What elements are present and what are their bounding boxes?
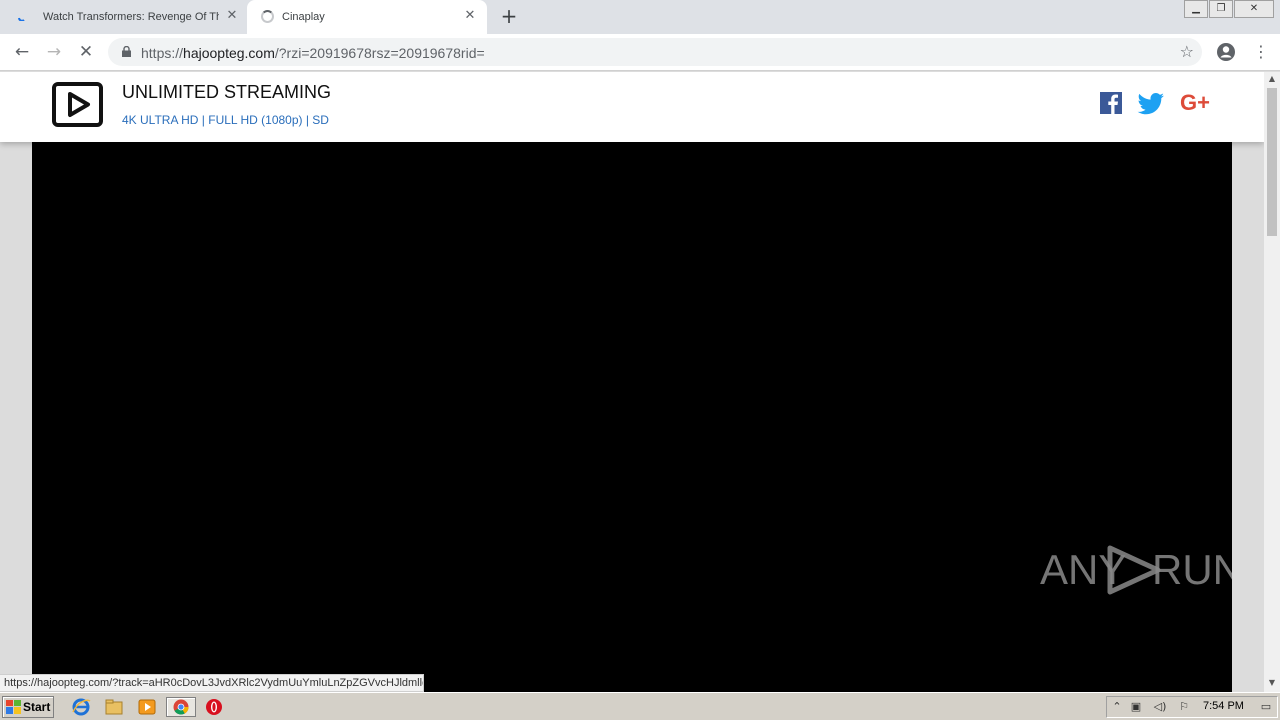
url-text[interactable]: https://hajoopteg.com/?rzi=20919678rsz=2… xyxy=(141,45,485,61)
facebook-icon[interactable] xyxy=(1099,90,1123,116)
minimize-button[interactable]: ▁ xyxy=(1184,0,1208,18)
site-title: UNLIMITED STREAMING xyxy=(122,82,332,102)
close-icon[interactable]: ✕ xyxy=(225,9,239,23)
clock[interactable]: 7:54 PM xyxy=(1203,700,1244,712)
network-icon[interactable]: ▣ xyxy=(1129,700,1143,714)
restore-button[interactable]: ❐ xyxy=(1209,0,1233,18)
lock-icon xyxy=(122,46,131,57)
site-header: UNLIMITED STREAMING 4K ULTRA HD | FULL H… xyxy=(0,72,1264,142)
windows-taskbar: Start ⌃ ▣ ◁) ⚐ 7:54 PM ▭ xyxy=(0,692,1280,720)
window-close-button[interactable]: ✕ xyxy=(1234,0,1274,18)
file-explorer-icon[interactable] xyxy=(103,697,125,717)
tab-watch-transformers[interactable]: Watch Transformers: Revenge Of Th ✕ xyxy=(0,0,247,34)
forward-button[interactable]: → xyxy=(44,42,64,62)
quality-options: 4K ULTRA HD | FULL HD (1080p) | SD xyxy=(122,113,329,127)
tab-title: Cinaplay xyxy=(282,11,325,23)
start-label: Start xyxy=(23,700,51,714)
vertical-scrollbar[interactable]: ▲ ▼ xyxy=(1264,72,1280,692)
tab-cinaplay[interactable]: Cinaplay ✕ xyxy=(247,0,487,34)
menu-kebab-icon[interactable]: ⋮ xyxy=(1253,42,1269,62)
scroll-up-arrow-icon[interactable]: ▲ xyxy=(1264,72,1280,86)
watermark-text-right: RUN xyxy=(1152,546,1232,593)
link-status-bubble: https://hajoopteg.com/?track=aHR0cDovL3J… xyxy=(0,674,424,692)
action-center-flag-icon[interactable]: ⚐ xyxy=(1177,700,1191,714)
close-icon[interactable]: ✕ xyxy=(463,9,477,23)
url-scheme: https:// xyxy=(141,45,184,61)
opera-icon[interactable] xyxy=(203,697,225,717)
address-bar[interactable]: https://hajoopteg.com/?rzi=20919678rsz=2… xyxy=(108,38,1202,66)
googleplus-icon[interactable]: G+ xyxy=(1180,90,1214,116)
system-tray: ⌃ ▣ ◁) ⚐ 7:54 PM ▭ xyxy=(1106,696,1278,718)
tab-strip: Watch Transformers: Revenge Of Th ✕ Cina… xyxy=(0,0,1280,34)
browser-toolbar: ← → ✕ https://hajoopteg.com/?rzi=2091967… xyxy=(0,34,1280,71)
watermark-text-left: ANY xyxy=(1040,546,1126,593)
back-button[interactable]: ← xyxy=(12,42,32,62)
show-desktop-icon[interactable]: ▭ xyxy=(1259,700,1273,714)
profile-icon[interactable] xyxy=(1216,42,1236,62)
play-logo-icon[interactable] xyxy=(52,82,103,127)
twitter-icon[interactable] xyxy=(1137,90,1165,116)
url-path: /?rzi=20919678rsz=20919678rid= xyxy=(274,45,485,61)
internet-explorer-icon[interactable] xyxy=(70,697,92,717)
loading-dot-icon xyxy=(18,17,25,21)
chrome-icon xyxy=(173,699,189,715)
show-hidden-icons-icon[interactable]: ⌃ xyxy=(1110,700,1124,714)
video-player[interactable] xyxy=(32,142,1232,692)
bookmark-star-icon[interactable]: ☆ xyxy=(1180,42,1194,61)
tab-title: Watch Transformers: Revenge Of Th xyxy=(43,11,219,23)
windows-flag-icon xyxy=(6,700,21,714)
chrome-taskbar-button[interactable] xyxy=(166,697,196,717)
url-host: hajoopteg.com xyxy=(183,45,275,61)
anyrun-watermark: ANY RUN xyxy=(1040,545,1232,595)
media-player-icon[interactable] xyxy=(136,697,158,717)
scroll-down-arrow-icon[interactable]: ▼ xyxy=(1264,676,1280,690)
stop-button[interactable]: ✕ xyxy=(76,42,96,62)
new-tab-button[interactable]: + xyxy=(499,6,519,26)
scrollbar-thumb[interactable] xyxy=(1267,88,1277,236)
loading-spinner-icon xyxy=(261,10,274,23)
start-button[interactable]: Start xyxy=(2,696,54,718)
volume-icon[interactable]: ◁) xyxy=(1153,700,1167,714)
